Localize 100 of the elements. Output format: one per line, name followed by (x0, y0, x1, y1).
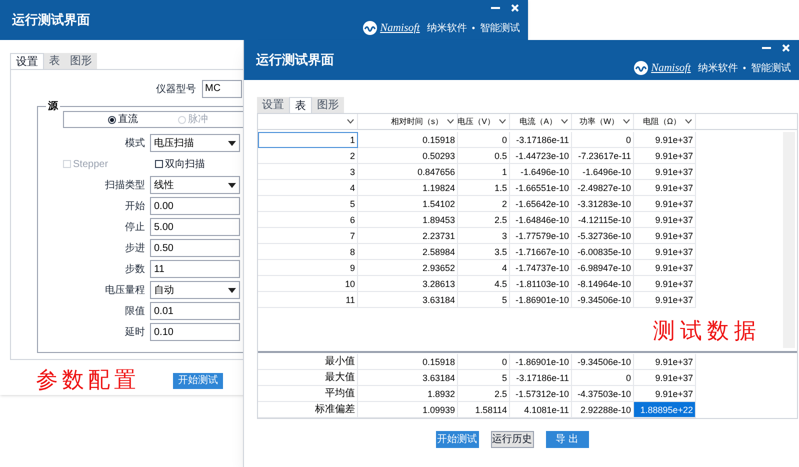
input-field[interactable]: 5.00 (150, 218, 240, 236)
input-field[interactable]: 0.00 (150, 197, 240, 215)
table-cell: 1.8932 (358, 386, 458, 402)
table-cell: 7 (258, 228, 358, 244)
input-field[interactable]: 0.10 (150, 323, 240, 341)
table-cell: 3 (258, 164, 358, 180)
start-test-button[interactable]: 开始测试 (173, 372, 223, 388)
table-cell: -3.17186e-11 (510, 132, 572, 148)
table-cell: 9.91e+37 (634, 148, 696, 164)
table-cell: 10 (258, 276, 358, 292)
table-cell: 1 (258, 132, 358, 148)
caret-icon (228, 140, 236, 146)
field-label: 模式 (124, 136, 146, 150)
dropdown-value: 电压扫描 (154, 136, 194, 150)
table-cell: 9.91e+37 (634, 132, 696, 148)
action-button[interactable]: 导 出 (546, 431, 588, 448)
table-cell: 2 (258, 148, 358, 164)
table-cell: 5 (458, 292, 510, 308)
close-button[interactable] (510, 3, 520, 13)
radio-option[interactable]: 直流 (108, 112, 138, 127)
table-cell: 0 (572, 132, 634, 148)
table-cell: -4.37503e-10 (572, 386, 634, 402)
dropdown[interactable]: 线性 (150, 176, 240, 194)
window-title: 运行测试界面 (256, 51, 334, 70)
column-header[interactable]: 相对时间（s） (358, 114, 458, 129)
table-cell: 3 (458, 228, 510, 244)
table-cell: 0 (458, 132, 510, 148)
field-label: 步数 (124, 262, 146, 276)
column-header[interactable]: 电阻（Ω） (634, 114, 696, 129)
chevron-down-icon (685, 119, 692, 124)
minimize-icon (490, 7, 500, 9)
tab[interactable]: 设置 (10, 53, 44, 69)
field-label: 开始 (124, 200, 146, 214)
input-field[interactable]: 0.01 (150, 302, 240, 320)
table-cell: -1.44723e-10 (510, 148, 572, 164)
table-cell: 1.5 (458, 180, 510, 196)
row-header: 平均值 (258, 386, 358, 402)
dropdown[interactable]: 自动 (150, 281, 240, 299)
input-field[interactable]: 11 (150, 260, 240, 278)
column-header[interactable]: 功率（W） (572, 114, 634, 129)
table-cell: 5 (258, 196, 358, 212)
close-icon (511, 4, 519, 12)
tab[interactable]: 表 (289, 97, 312, 113)
table-cell: 2.23731 (358, 228, 458, 244)
table-cell: 9.91e+37 (634, 196, 696, 212)
table-cell: 9.91e+37 (634, 260, 696, 276)
table-cell: -1.65642e-10 (510, 196, 572, 212)
table-cell: 9.91e+37 (634, 276, 696, 292)
table-cell: 1.19824 (358, 180, 458, 196)
logo-icon (634, 61, 648, 76)
table-cell: 1.54102 (358, 196, 458, 212)
header-label: 电流（A） (520, 116, 557, 128)
table-cell: 0.15918 (358, 354, 458, 370)
table-cell: 11 (258, 292, 358, 308)
tab[interactable]: 图形 (65, 53, 97, 69)
checkbox[interactable]: 双向扫描 (155, 156, 205, 172)
table-cell: -7.23617e-11 (572, 148, 634, 164)
tab[interactable]: 表 (44, 53, 65, 69)
table-cell: -8.14964e-10 (572, 276, 634, 292)
table-cell: 0.15918 (358, 132, 458, 148)
table-cell: 1.88895e+22 (634, 402, 696, 418)
action-button[interactable]: 开始测试 (436, 431, 478, 448)
table-cell: -9.34506e-10 (572, 292, 634, 308)
chevron-down-icon (347, 119, 354, 124)
table-cell: -4.12115e-10 (572, 212, 634, 228)
dropdown[interactable]: 电压扫描 (150, 134, 240, 152)
tagline: 纳米软件 (426, 22, 467, 36)
table-cell: -6.98947e-10 (572, 260, 634, 276)
action-button[interactable]: 运行历史 (490, 431, 534, 448)
chevron-down-icon (561, 119, 568, 124)
field-label: 电压量程 (104, 284, 146, 298)
field-label: 限值 (124, 304, 146, 318)
table-cell: 9 (258, 260, 358, 276)
table-cell: 4 (458, 260, 510, 276)
table-cell: -1.6496e-10 (510, 164, 572, 180)
close-button[interactable] (781, 43, 791, 53)
input-field[interactable]: 0.50 (150, 239, 240, 257)
field-label: 仪器型号 (156, 82, 196, 96)
caret-icon (228, 182, 236, 188)
table-cell: 9.91e+37 (634, 354, 696, 370)
row-header: 最大值 (258, 370, 358, 386)
table-cell: -3.31283e-10 (572, 196, 634, 212)
tab[interactable]: 图形 (312, 97, 344, 113)
chevron-down-icon (447, 119, 454, 124)
table-cell: 0.847656 (358, 164, 458, 180)
minimize-icon (762, 47, 770, 49)
table-cell: 3.5 (458, 244, 510, 260)
field-label: 扫描类型 (104, 178, 146, 192)
model-select[interactable]: MC (202, 80, 242, 98)
tagline: 纳米软件 (698, 62, 738, 76)
table-cell: -1.77579e-10 (510, 228, 572, 244)
column-header[interactable]: 电压（V） (458, 114, 510, 129)
tagline: 智能测试 (751, 62, 791, 76)
table-cell: 2.93652 (358, 260, 458, 276)
table-cell: 9.91e+37 (634, 292, 696, 308)
table-cell: 5 (458, 370, 510, 386)
logo-icon (363, 21, 378, 36)
column-header[interactable]: 电流（A） (510, 114, 572, 129)
tab[interactable]: 设置 (257, 97, 289, 113)
table-cell: -1.64846e-10 (510, 212, 572, 228)
